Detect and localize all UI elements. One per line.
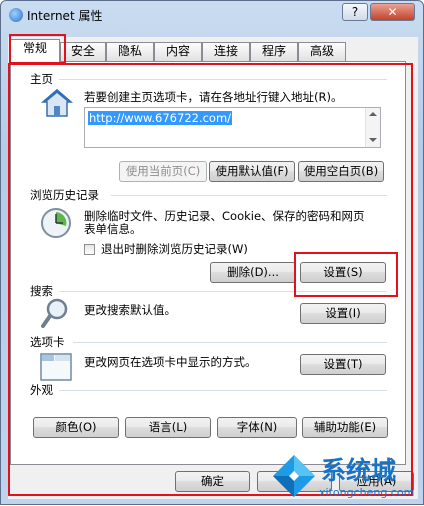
tab-advanced[interactable]: 高级: [298, 42, 346, 61]
xitongcheng-logo-icon: [273, 455, 315, 497]
tab-content[interactable]: 内容: [154, 42, 202, 61]
highlight-box-general-panel: [8, 63, 413, 496]
dialog-window: Internet 属性 ? ✕ 常规 安全 隐私 内容 连接 程序 高级 主页 …: [0, 0, 424, 505]
title-bar: Internet 属性 ? ✕: [1, 1, 423, 29]
tab-privacy[interactable]: 隐私: [106, 42, 154, 61]
close-button[interactable]: ✕: [370, 3, 415, 21]
tab-connections[interactable]: 连接: [202, 42, 250, 61]
tab-programs[interactable]: 程序: [250, 42, 298, 61]
internet-globe-icon: [9, 8, 23, 22]
watermark-brand: 系统城: [321, 456, 397, 485]
dialog-client-area: 常规 安全 隐私 内容 连接 程序 高级 主页 若要创建主页选项卡，请在各地址行…: [8, 34, 418, 499]
watermark-site: xitongcheng.com: [319, 486, 415, 499]
xitongcheng-watermark: 系统城 xitongcheng.com: [271, 447, 424, 506]
window-title: Internet 属性: [27, 9, 103, 23]
help-button[interactable]: ?: [342, 3, 368, 21]
tab-security[interactable]: 安全: [60, 42, 106, 61]
highlight-box-general-tab: [9, 34, 66, 64]
